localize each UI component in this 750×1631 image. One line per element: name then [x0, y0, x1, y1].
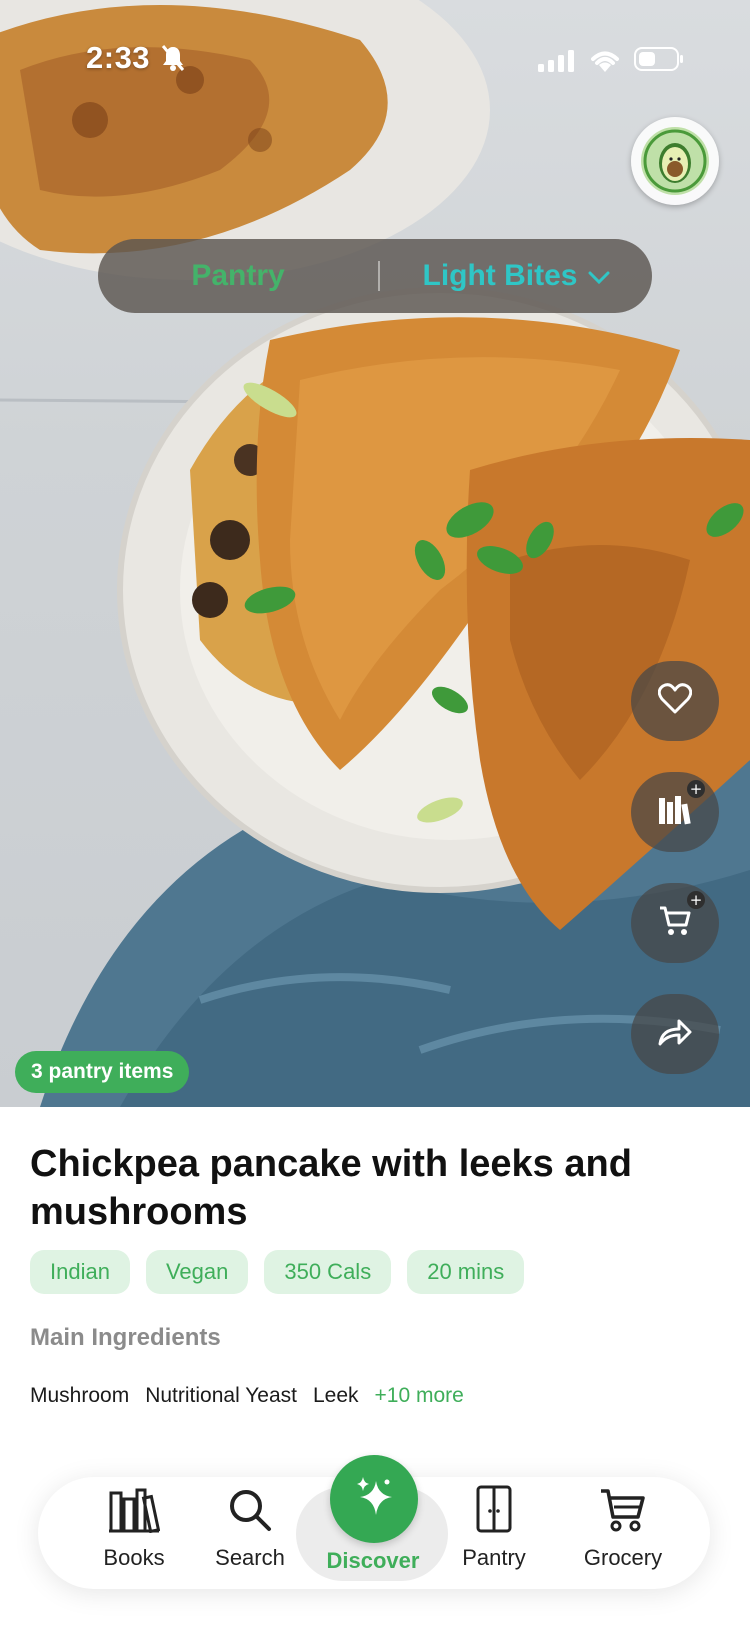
favorite-button[interactable] — [631, 661, 719, 741]
cart-icon — [658, 905, 692, 942]
category-dropdown[interactable]: Light Bites — [380, 259, 652, 293]
books-icon — [108, 1487, 161, 1545]
pantry-icon — [474, 1485, 514, 1545]
cellular-signal-icon — [538, 50, 574, 77]
bell-muted-icon — [160, 44, 186, 77]
nav-item-books[interactable]: Books — [74, 1477, 194, 1589]
add-to-grocery-button[interactable]: + — [631, 883, 719, 963]
add-to-books-button[interactable]: + — [631, 772, 719, 852]
status-time: 2:33 — [86, 40, 151, 75]
category-pantry-tab[interactable]: Pantry — [98, 259, 378, 293]
wifi-icon — [588, 46, 622, 77]
more-ingredients-link[interactable]: +10 more — [375, 1384, 464, 1408]
avocado-icon — [641, 127, 709, 195]
ingredient-item: Leek — [312, 1384, 359, 1407]
recipe-tags: Indian Vegan 350 Cals 20 mins — [30, 1250, 525, 1294]
nav-label-books: Books — [103, 1545, 165, 1570]
nav-item-grocery[interactable]: Grocery — [558, 1477, 688, 1589]
share-button[interactable] — [631, 994, 719, 1074]
ingredient-item: Mushroom — [30, 1384, 130, 1407]
cart-icon — [598, 1487, 648, 1545]
tag-time[interactable]: 20 mins — [407, 1250, 525, 1294]
sparkles-icon — [350, 1473, 398, 1526]
tag-diet[interactable]: Vegan — [145, 1250, 249, 1294]
nav-label-discover: Discover — [326, 1548, 420, 1573]
ingredients-list: Mushroom Nutritional Yeast Leek +10 more — [30, 1384, 464, 1408]
nav-item-discover[interactable] — [330, 1455, 418, 1543]
profile-avatar[interactable] — [631, 117, 719, 205]
search-icon — [227, 1487, 273, 1545]
chevron-down-icon — [588, 259, 610, 293]
plus-icon: + — [687, 891, 705, 909]
tag-cuisine[interactable]: Indian — [30, 1250, 130, 1294]
battery-icon — [634, 47, 684, 76]
category-selector: Pantry Light Bites — [98, 239, 652, 313]
nav-label-grocery: Grocery — [583, 1545, 663, 1570]
books-icon — [657, 794, 693, 831]
ingredient-item: Nutritional Yeast — [145, 1384, 297, 1407]
pantry-items-badge[interactable]: 3 pantry items — [15, 1051, 190, 1093]
recipe-title: Chickpea pancake with leeks and mushroom… — [30, 1143, 632, 1233]
plus-icon: + — [687, 780, 705, 798]
tag-calories[interactable]: 350 Cals — [264, 1250, 392, 1294]
heart-icon — [657, 682, 693, 720]
category-dropdown-label: Light Bites — [422, 259, 578, 292]
main-ingredients-heading: Main Ingredients — [30, 1324, 221, 1351]
share-arrow-icon — [657, 1016, 693, 1053]
